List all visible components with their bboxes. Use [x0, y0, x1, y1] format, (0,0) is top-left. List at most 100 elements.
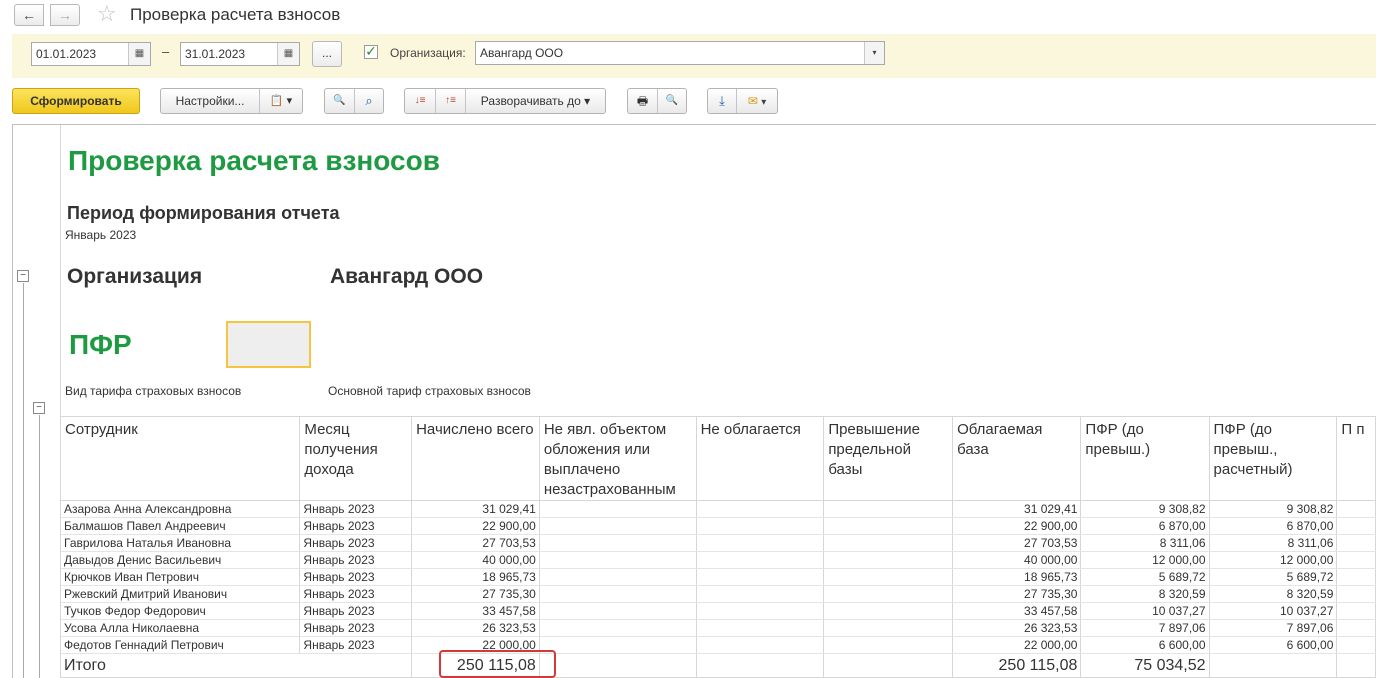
table-cell[interactable]: 8 311,06: [1209, 534, 1338, 552]
table-row[interactable]: Усова Алла Николаевна Январь 2023 26 323,5…: [61, 619, 1376, 637]
table-cell[interactable]: [696, 619, 825, 637]
table-cell[interactable]: [539, 619, 697, 637]
table-cell[interactable]: [1336, 517, 1376, 535]
table-cell[interactable]: Давыдов Денис Васильевич: [61, 551, 301, 569]
table-cell[interactable]: 27 703,53: [952, 534, 1082, 552]
select-period-button[interactable]: ...: [312, 41, 342, 67]
table-cell[interactable]: [1336, 636, 1376, 654]
generate-button[interactable]: Сформировать: [12, 88, 140, 114]
forward-button[interactable]: →: [50, 4, 80, 26]
table-cell[interactable]: 31 029,41: [952, 500, 1082, 518]
table-cell[interactable]: 27 735,30: [411, 585, 540, 603]
table-cell[interactable]: 5 689,72: [1209, 568, 1338, 586]
table-row[interactable]: Давыдов Денис Васильевич Январь 2023 40 00…: [61, 551, 1376, 569]
table-row[interactable]: Ржевский Дмитрий Иванович Январь 2023 27 7…: [61, 585, 1376, 603]
organization-select[interactable]: Авангард ООО ▾: [475, 41, 885, 65]
table-cell[interactable]: Январь 2023: [299, 602, 413, 620]
print-icon[interactable]: 🖶: [628, 89, 657, 113]
table-cell[interactable]: [539, 585, 697, 603]
table-cell[interactable]: [1336, 568, 1376, 586]
calendar-icon[interactable]: ▦: [277, 43, 299, 65]
total-pfr[interactable]: 75 034,52: [1080, 653, 1210, 678]
table-cell[interactable]: 40 000,00: [952, 551, 1082, 569]
table-cell[interactable]: Январь 2023: [299, 636, 413, 654]
table-cell[interactable]: [696, 636, 825, 654]
date-from-field[interactable]: 01.01.2023 ▦: [31, 42, 151, 66]
table-row[interactable]: Балмашов Павел Андреевич Январь 2023 22 90…: [61, 517, 1376, 535]
table-cell[interactable]: 33 457,58: [411, 602, 540, 620]
table-cell[interactable]: 18 965,73: [952, 568, 1082, 586]
settings-button[interactable]: Настройки...: [161, 89, 259, 113]
sort-ascending-icon[interactable]: ↑≡: [435, 89, 465, 113]
organization-checkbox[interactable]: ✓: [364, 44, 378, 59]
back-button[interactable]: ←: [14, 4, 44, 26]
table-cell[interactable]: Январь 2023: [299, 517, 413, 535]
table-cell[interactable]: [539, 517, 697, 535]
table-cell[interactable]: [823, 602, 954, 620]
table-cell[interactable]: Азарова Анна Александровна: [61, 500, 301, 518]
table-cell[interactable]: [696, 585, 825, 603]
sort-descending-icon[interactable]: ↓≡: [405, 89, 435, 113]
favorite-star-icon[interactable]: ☆: [97, 2, 117, 26]
table-cell[interactable]: 33 457,58: [952, 602, 1082, 620]
table-cell[interactable]: Январь 2023: [299, 534, 413, 552]
table-cell[interactable]: [696, 500, 825, 518]
table-cell[interactable]: 22 900,00: [411, 517, 540, 535]
table-cell[interactable]: Тучков Федор Федорович: [61, 602, 301, 620]
table-cell[interactable]: Гаврилова Наталья Ивановна: [61, 534, 301, 552]
table-cell[interactable]: 6 600,00: [1080, 636, 1210, 654]
table-cell[interactable]: [696, 551, 825, 569]
table-cell[interactable]: [1336, 602, 1376, 620]
calendar-icon[interactable]: ▦: [128, 43, 150, 65]
table-cell[interactable]: 5 689,72: [1080, 568, 1210, 586]
table-cell[interactable]: [1336, 534, 1376, 552]
table-cell[interactable]: 22 900,00: [952, 517, 1082, 535]
search-next-icon[interactable]: ⌕: [354, 89, 383, 113]
table-row[interactable]: Гаврилова Наталья Ивановна Январь 2023 27 …: [61, 534, 1376, 552]
table-cell[interactable]: 7 897,06: [1209, 619, 1338, 637]
collapse-tariff-icon[interactable]: −: [33, 402, 45, 414]
table-cell[interactable]: [539, 500, 697, 518]
print-preview-icon[interactable]: 🔍: [657, 89, 686, 113]
table-cell[interactable]: [539, 534, 697, 552]
table-cell[interactable]: [696, 568, 825, 586]
table-cell[interactable]: 9 308,82: [1209, 500, 1338, 518]
table-cell[interactable]: 27 703,53: [411, 534, 540, 552]
table-cell[interactable]: [539, 551, 697, 569]
table-cell[interactable]: Январь 2023: [299, 551, 413, 569]
table-cell[interactable]: 10 037,27: [1080, 602, 1210, 620]
table-cell[interactable]: 8 311,06: [1080, 534, 1210, 552]
chevron-down-icon[interactable]: ▾: [864, 42, 884, 64]
table-cell[interactable]: [823, 585, 954, 603]
table-cell[interactable]: 6 870,00: [1080, 517, 1210, 535]
table-cell[interactable]: 10 037,27: [1209, 602, 1338, 620]
table-cell[interactable]: [696, 517, 825, 535]
table-cell[interactable]: 12 000,00: [1080, 551, 1210, 569]
table-cell[interactable]: Январь 2023: [299, 585, 413, 603]
search-icon[interactable]: 🔍: [325, 89, 354, 113]
date-to-field[interactable]: 31.01.2023 ▦: [180, 42, 300, 66]
table-cell[interactable]: 6 600,00: [1209, 636, 1338, 654]
table-cell[interactable]: [823, 500, 954, 518]
send-email-button[interactable]: ✉ ▾: [736, 89, 777, 113]
table-cell[interactable]: [539, 602, 697, 620]
table-cell[interactable]: [1336, 500, 1376, 518]
table-cell[interactable]: 9 308,82: [1080, 500, 1210, 518]
table-cell[interactable]: [1336, 585, 1376, 603]
table-row[interactable]: Тучков Федор Федорович Январь 2023 33 457,…: [61, 602, 1376, 620]
selected-empty-cell[interactable]: [226, 321, 311, 368]
table-cell[interactable]: [696, 602, 825, 620]
table-cell[interactable]: Январь 2023: [299, 568, 413, 586]
table-cell[interactable]: 8 320,59: [1080, 585, 1210, 603]
table-cell[interactable]: [823, 551, 954, 569]
table-cell[interactable]: [823, 619, 954, 637]
table-row[interactable]: Крючков Иван Петрович Январь 2023 18 965,7…: [61, 568, 1376, 586]
table-cell[interactable]: 6 870,00: [1209, 517, 1338, 535]
table-cell[interactable]: 8 320,59: [1209, 585, 1338, 603]
table-cell[interactable]: 26 323,53: [952, 619, 1082, 637]
table-cell[interactable]: 26 323,53: [411, 619, 540, 637]
table-cell[interactable]: [823, 517, 954, 535]
table-cell[interactable]: Ржевский Дмитрий Иванович: [61, 585, 301, 603]
table-cell[interactable]: 22 000,00: [952, 636, 1082, 654]
total-taxable-base[interactable]: 250 115,08: [952, 653, 1082, 678]
